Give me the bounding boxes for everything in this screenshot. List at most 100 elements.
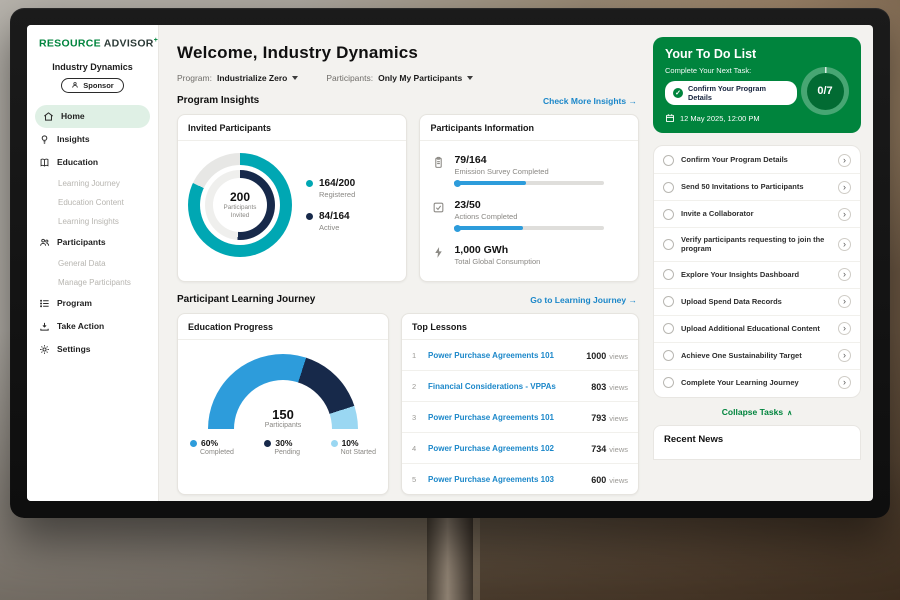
sidebar-item-participants[interactable]: Participants	[27, 231, 158, 254]
task-row-verify-participants[interactable]: Verify participants requesting to join t…	[654, 228, 860, 262]
task-checkbox[interactable]	[663, 269, 674, 280]
chevron-right-icon[interactable]: ›	[838, 322, 851, 335]
participants-filter[interactable]: Participants: Only My Participants	[326, 73, 473, 83]
chevron-down-icon	[292, 76, 298, 80]
filter-bar: Program:Industrialize Zero Participants:…	[177, 73, 639, 83]
task-checkbox[interactable]	[663, 182, 674, 193]
brand-primary: RESOURCE	[39, 38, 101, 50]
sidebar-item-general-data[interactable]: General Data	[27, 254, 158, 273]
task-row-upload-spend-data[interactable]: Upload Spend Data Records ›	[654, 289, 860, 316]
insights-icon	[39, 134, 50, 145]
brand-plus: +	[154, 37, 158, 44]
donut-center: 200 ParticipantsInvited	[213, 178, 267, 232]
task-row-confirm-program[interactable]: Confirm Your Program Details ›	[654, 147, 860, 174]
chevron-right-icon[interactable]: ›	[838, 181, 851, 194]
legend-label: Active	[319, 223, 350, 232]
actions-progress-bar	[454, 226, 604, 230]
participants-filter-label: Participants:	[326, 73, 373, 83]
lesson-row: 4 Power Purchase Agreements 102 734views	[402, 433, 638, 464]
sidebar-item-learning-journey[interactable]: Learning Journey	[27, 174, 158, 193]
legend-label: Pending	[274, 449, 300, 456]
check-icon: ✓	[673, 88, 683, 98]
chevron-right-icon[interactable]: ›	[838, 268, 851, 281]
sidebar-item-insights[interactable]: Insights	[27, 128, 158, 151]
calendar-icon	[665, 113, 675, 123]
task-row-achieve-sustainability-target[interactable]: Achieve One Sustainability Target ›	[654, 343, 860, 370]
sidebar-item-label: Home	[61, 111, 85, 121]
sidebar-item-education[interactable]: Education	[27, 151, 158, 174]
sidebar-item-settings[interactable]: Settings	[27, 338, 158, 361]
task-checkbox[interactable]	[663, 377, 674, 388]
navy-dot-icon	[306, 213, 313, 220]
lesson-row: 5 Power Purchase Agreements 103 600views	[402, 464, 638, 494]
navy-dot-icon	[264, 440, 271, 447]
education-icon	[39, 157, 50, 168]
donut-center-label: ParticipantsInvited	[224, 204, 257, 220]
legend-active: 84/164 Active	[306, 211, 355, 232]
legend-label: Completed	[200, 449, 234, 456]
sidebar-item-home[interactable]: Home	[35, 105, 150, 128]
chevron-right-icon[interactable]: ›	[838, 295, 851, 308]
due-date: 12 May 2025, 12:00 PM	[680, 114, 760, 123]
sidebar-item-label: Education	[57, 157, 98, 167]
task-checkbox[interactable]	[663, 155, 674, 166]
recent-news-header: Recent News	[653, 425, 861, 460]
sidebar-item-label: Participants	[57, 237, 106, 247]
collapse-tasks-link[interactable]: Collapse Tasks∧	[653, 407, 861, 417]
lesson-link[interactable]: Power Purchase Agreements 102	[428, 444, 583, 453]
task-row-explore-insights[interactable]: Explore Your Insights Dashboard ›	[654, 262, 860, 289]
lesson-link[interactable]: Power Purchase Agreements 101	[428, 413, 583, 422]
legend-pending: 30% Pending	[264, 438, 300, 456]
go-to-learning-journey-link[interactable]: Go to Learning Journey →	[530, 295, 637, 305]
sidebar-item-label: Insights	[57, 134, 90, 144]
sidebar-item-learning-insights[interactable]: Learning Insights	[27, 212, 158, 231]
lesson-link[interactable]: Power Purchase Agreements 101	[428, 351, 578, 360]
actions-icon	[432, 201, 445, 214]
legend-not-started: 10% Not Started	[331, 438, 376, 456]
lesson-link[interactable]: Power Purchase Agreements 103	[428, 475, 583, 484]
person-icon	[71, 81, 79, 89]
task-row-invite-collaborator[interactable]: Invite a Collaborator ›	[654, 201, 860, 228]
chevron-right-icon[interactable]: ›	[838, 208, 851, 221]
chevron-right-icon[interactable]: ›	[838, 154, 851, 167]
brand-logo: RESOURCE ADVISOR+	[27, 37, 158, 50]
task-checkbox[interactable]	[663, 239, 674, 250]
insights-cards-row: Invited Participants 200 ParticipantsInv…	[177, 114, 639, 282]
task-checkbox[interactable]	[663, 350, 674, 361]
task-label: Confirm Your Program Details	[681, 155, 831, 165]
lesson-rank: 4	[412, 444, 420, 453]
task-label: Upload Spend Data Records	[681, 297, 831, 307]
task-checkbox[interactable]	[663, 209, 674, 220]
education-gauge-chart: 150 Participants	[208, 354, 358, 429]
top-lessons-card: Top Lessons 1 Power Purchase Agreements …	[401, 313, 639, 495]
lesson-views: 803views	[591, 377, 628, 395]
lesson-views: 600views	[591, 470, 628, 488]
sidebar-item-take-action[interactable]: Take Action	[27, 315, 158, 338]
next-task-pill[interactable]: ✓ Confirm Your Program Details	[665, 81, 797, 105]
sidebar-item-program[interactable]: Program	[27, 292, 158, 315]
program-filter[interactable]: Program:Industrialize Zero	[177, 73, 298, 83]
legend-completed: 60% Completed	[190, 438, 234, 456]
task-row-upload-educational-content[interactable]: Upload Additional Educational Content ›	[654, 316, 860, 343]
task-row-send-invitations[interactable]: Send 50 Invitations to Participants ›	[654, 174, 860, 201]
task-checkbox[interactable]	[663, 296, 674, 307]
task-row-complete-learning-journey[interactable]: Complete Your Learning Journey ›	[654, 370, 860, 396]
legend-value: 164/200	[319, 178, 355, 189]
participants-filter-value: Only My Participants	[378, 73, 462, 83]
check-more-insights-link[interactable]: Check More Insights →	[543, 96, 637, 106]
brand-secondary: ADVISOR	[104, 38, 154, 50]
chevron-right-icon[interactable]: ›	[838, 349, 851, 362]
sidebar-item-label: Education Content	[58, 198, 124, 207]
home-icon	[43, 111, 54, 122]
sidebar-item-manage-participants[interactable]: Manage Participants	[27, 273, 158, 292]
due-date-row: 12 May 2025, 12:00 PM	[665, 113, 797, 123]
lesson-views: 793views	[591, 408, 628, 426]
learning-journey-header: Participant Learning Journey Go to Learn…	[177, 294, 637, 305]
chevron-right-icon[interactable]: ›	[838, 376, 851, 389]
metric-value: 1,000 GWh	[454, 244, 626, 256]
sidebar-item-education-content[interactable]: Education Content	[27, 193, 158, 212]
chevron-right-icon[interactable]: ›	[838, 238, 851, 251]
lesson-link[interactable]: Financial Considerations - VPPAs	[428, 382, 583, 391]
lesson-rank: 1	[412, 351, 420, 360]
task-checkbox[interactable]	[663, 323, 674, 334]
